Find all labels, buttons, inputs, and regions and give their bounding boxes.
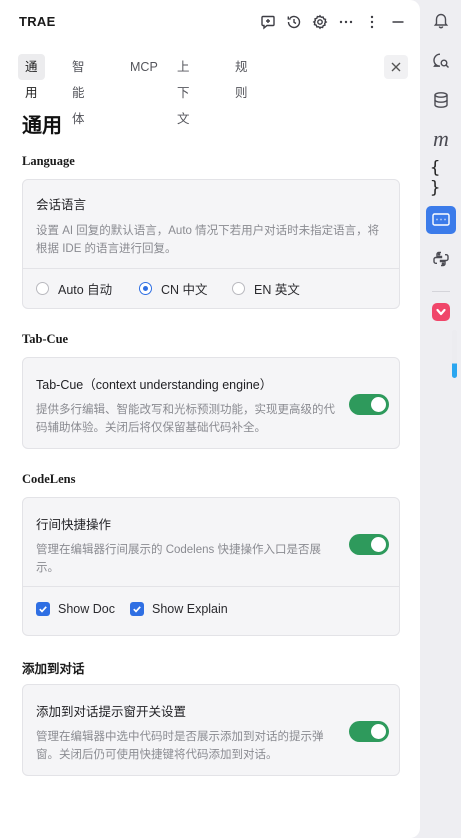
codelens-description: 管理在编辑器行间展示的 Codelens 快捷操作入口是否展示。: [36, 544, 321, 574]
tab-cue-description: 提供多行编辑、智能改写和光标预测功能，实现更高级的代码辅助体验。关闭后将仅保留基…: [36, 404, 335, 434]
codelens-toggle[interactable]: [349, 534, 389, 555]
checkbox-label: Show Explain: [152, 602, 228, 616]
section-heading-language: Language: [22, 154, 75, 168]
close-icon: [391, 62, 401, 72]
language-card: 会话语言 设置 AI 回复的默认语言，Auto 情况下若用户对话时未指定语言，将…: [22, 179, 400, 309]
radio-indicator: [232, 282, 245, 295]
checkbox-indicator: [130, 602, 144, 616]
codelens-title: 行间快捷操作: [36, 518, 112, 532]
more-vertical-icon[interactable]: [363, 13, 381, 31]
close-button[interactable]: [384, 55, 408, 79]
radio-label: EN 英文: [254, 283, 300, 297]
tab-cue-toggle[interactable]: [349, 394, 389, 415]
bell-icon[interactable]: [430, 9, 452, 31]
rail-divider: [432, 291, 450, 292]
chat-search-icon[interactable]: [430, 50, 452, 72]
checkbox-label: Show Doc: [58, 602, 115, 616]
tab-cue-card: Tab-Cue（context understanding engine） 提供…: [22, 357, 400, 449]
title-bar: TRAE: [0, 0, 420, 44]
add-to-chat-description: 管理在编辑器中选中代码时是否展示添加到对话的提示弹窗。关闭后仍可使用快捷键将代码…: [36, 731, 324, 761]
divider: [23, 268, 399, 269]
app-title: TRAE: [19, 14, 56, 29]
database-icon[interactable]: [430, 89, 452, 111]
python-icon[interactable]: [430, 248, 452, 270]
check-icon: [39, 606, 47, 613]
settings-panel: TRAE 通用 智能体 MCP 上下文 规则 通用 Language 会话语言: [0, 0, 420, 838]
radio-label: CN 中文: [161, 283, 208, 297]
show-doc-checkbox[interactable]: Show Doc: [36, 602, 115, 616]
language-title: 会话语言: [36, 198, 87, 212]
radio-indicator: [139, 282, 152, 295]
radio-auto[interactable]: Auto 自动: [36, 279, 112, 298]
extension-icon[interactable]: [430, 301, 452, 323]
section-heading-tab-cue: Tab-Cue: [22, 332, 69, 346]
radio-indicator: [36, 282, 49, 295]
page-title: 通用: [22, 115, 62, 137]
section-heading-add-to-chat: 添加到对话: [22, 662, 85, 676]
language-description: 设置 AI 回复的默认语言，Auto 情况下若用户对话时未指定语言，将根据 ID…: [36, 225, 380, 255]
add-to-chat-toggle[interactable]: [349, 721, 389, 742]
tab-agents[interactable]: 智能体: [65, 54, 92, 126]
radio-cn[interactable]: CN 中文: [139, 279, 208, 298]
tab-general[interactable]: 通用: [18, 54, 45, 100]
panel-icon[interactable]: [426, 206, 456, 234]
new-chat-icon[interactable]: [259, 13, 277, 31]
checkbox-indicator: [36, 602, 50, 616]
radio-label: Auto 自动: [58, 283, 113, 297]
tab-context[interactable]: 上下文: [170, 54, 197, 126]
history-icon[interactable]: [285, 13, 303, 31]
radio-en[interactable]: EN 英文: [232, 279, 300, 298]
settings-gear-icon[interactable]: [311, 13, 329, 31]
tab-cue-title: Tab-Cue（context understanding engine）: [36, 378, 273, 392]
section-heading-codelens: CodeLens: [22, 472, 76, 486]
braces-icon[interactable]: { }: [430, 158, 452, 198]
minimize-icon[interactable]: [389, 13, 407, 31]
toggle-knob: [371, 537, 386, 552]
rail-scrollbar[interactable]: [452, 330, 457, 378]
tab-mcp[interactable]: MCP: [123, 54, 165, 80]
toggle-knob: [371, 397, 386, 412]
tab-rules[interactable]: 规则: [228, 54, 255, 100]
divider: [23, 586, 399, 587]
check-icon: [133, 606, 141, 613]
m-extension-icon[interactable]: m: [430, 126, 452, 151]
show-explain-checkbox[interactable]: Show Explain: [130, 602, 228, 616]
codelens-card: 行间快捷操作 管理在编辑器行间展示的 Codelens 快捷操作入口是否展示。 …: [22, 497, 400, 636]
toggle-knob: [371, 724, 386, 739]
more-horizontal-icon[interactable]: [337, 13, 355, 31]
add-to-chat-card: 添加到对话提示窗开关设置 管理在编辑器中选中代码时是否展示添加到对话的提示弹窗。…: [22, 684, 400, 776]
add-to-chat-title: 添加到对话提示窗开关设置: [36, 705, 187, 719]
